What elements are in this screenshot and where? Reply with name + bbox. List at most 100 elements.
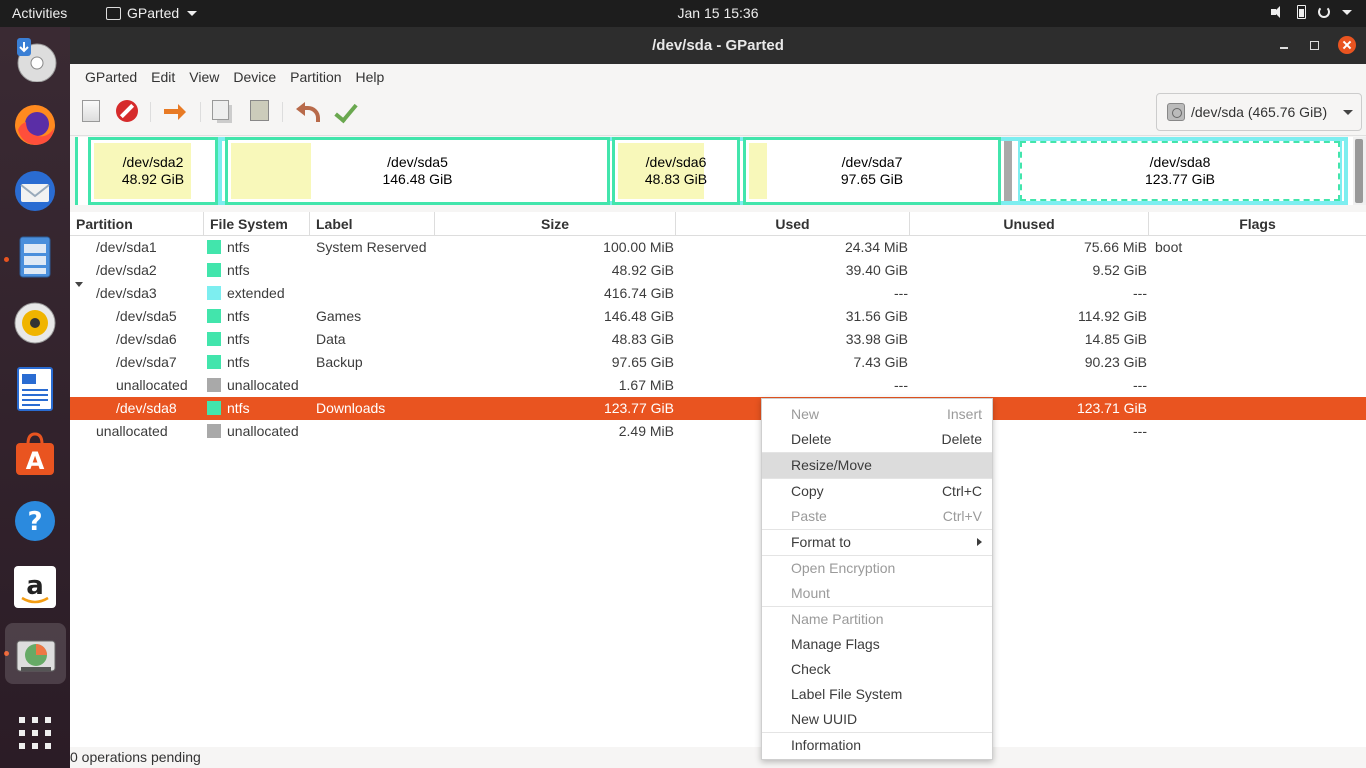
dock-help[interactable]: ?: [11, 497, 59, 545]
menu-item-paste[interactable]: Paste Ctrl+V: [762, 504, 992, 529]
column-file-system[interactable]: File System: [204, 212, 310, 236]
app-grid-icon: [19, 717, 51, 749]
column-used[interactable]: Used: [676, 212, 910, 236]
partition-block-sda8[interactable]: /dev/sda8 123.77 GiB: [1016, 137, 1344, 205]
device-selector[interactable]: /dev/sda (465.76 GiB): [1156, 93, 1362, 131]
cell-unused: 75.66 MiB: [1083, 239, 1147, 255]
column-size[interactable]: Size: [435, 212, 676, 236]
dock-installer[interactable]: [11, 35, 59, 83]
menu-item-label: Mount: [791, 585, 830, 601]
power-icon: [1318, 6, 1330, 18]
system-tray[interactable]: [1271, 5, 1352, 19]
cell-used: 39.40 GiB: [845, 262, 908, 278]
cell-size: 48.83 GiB: [611, 331, 674, 347]
menu-item-copy[interactable]: Copy Ctrl+C: [762, 479, 992, 504]
toolbar-separator: [200, 102, 201, 122]
close-icon[interactable]: [1338, 36, 1356, 54]
menu-item-resize-move[interactable]: Resize/Move: [762, 453, 992, 478]
menu-edit[interactable]: Edit: [144, 69, 182, 85]
menu-view[interactable]: View: [182, 69, 226, 85]
cell-used: ---: [894, 285, 908, 301]
menu-item-delete[interactable]: Delete Delete: [762, 427, 992, 452]
table-row[interactable]: /dev/sda7 ntfs Backup 97.65 GiB 7.43 GiB 90.2…: [70, 351, 1366, 374]
column-flags[interactable]: Flags: [1149, 212, 1366, 236]
partition-block-name: /dev/sda7: [841, 154, 903, 170]
undo-icon[interactable]: [296, 100, 320, 124]
cell-file-system: ntfs: [207, 236, 250, 259]
table-row[interactable]: unallocated unallocated 2.49 MiB ---: [70, 420, 1366, 443]
delete-icon[interactable]: [116, 100, 138, 122]
menu-item-name-partition[interactable]: Name Partition: [762, 607, 992, 632]
partition-map-scrollbar[interactable]: [1353, 137, 1366, 205]
table-row[interactable]: /dev/sda2 ntfs 48.92 GiB 39.40 GiB 9.52 GiB: [70, 259, 1366, 282]
dock-software[interactable]: A: [11, 431, 59, 479]
column-unused[interactable]: Unused: [910, 212, 1149, 236]
unallocated-block[interactable]: [1004, 141, 1012, 201]
svg-text:a: a: [26, 571, 44, 601]
cell-partition: /dev/sda2: [96, 262, 157, 278]
svg-text:?: ?: [27, 507, 42, 537]
status-bar: 0 operations pending: [70, 747, 1366, 768]
menu-item-new-uuid[interactable]: New UUID: [762, 707, 992, 732]
menu-item-accelerator: Insert: [946, 406, 982, 422]
table-row[interactable]: unallocated unallocated 1.67 MiB --- ---: [70, 374, 1366, 397]
menu-item-label: Format to: [791, 534, 851, 550]
filesystem-label: extended: [227, 285, 285, 301]
dock-rhythmbox[interactable]: [11, 299, 59, 347]
menu-device[interactable]: Device: [226, 69, 283, 85]
chevron-down-icon: [1342, 9, 1352, 15]
new-partition-icon[interactable]: [82, 100, 100, 122]
partition-block-sda5[interactable]: /dev/sda5 146.48 GiB: [225, 137, 610, 205]
help-icon: ?: [15, 501, 55, 541]
filesystem-color-swatch: [207, 355, 221, 369]
partition-block-sda6[interactable]: /dev/sda6 48.83 GiB: [612, 137, 740, 205]
dock-amazon[interactable]: a: [11, 563, 59, 611]
chevron-down-icon: [1343, 110, 1353, 115]
table-row[interactable]: /dev/sda6 ntfs Data 48.83 GiB 33.98 GiB 14.85…: [70, 328, 1366, 351]
filesystem-color-swatch: [207, 378, 221, 392]
dock-gparted[interactable]: [5, 623, 66, 684]
dock-thunderbird[interactable]: [11, 167, 59, 215]
table-row[interactable]: /dev/sda5 ntfs Games 146.48 GiB 31.56 GiB 114…: [70, 305, 1366, 328]
column-partition[interactable]: Partition: [70, 212, 204, 236]
table-row[interactable]: /dev/sda8 ntfs Downloads 123.77 GiB 123.71 G…: [70, 397, 1366, 420]
menu-gparted[interactable]: GParted: [78, 69, 144, 85]
menu-item-format-to[interactable]: Format to: [762, 530, 992, 555]
table-row[interactable]: /dev/sda3 extended 416.74 GiB --- ---: [70, 282, 1366, 305]
copy-icon[interactable]: [212, 100, 229, 120]
menu-item-information[interactable]: Information: [762, 733, 992, 758]
table-row[interactable]: /dev/sda1 ntfs System Reserved 100.00 MiB 24…: [70, 236, 1366, 259]
resize-move-icon[interactable]: [164, 100, 188, 124]
expander-arrow-icon[interactable]: [75, 282, 83, 287]
partition-block-name: /dev/sda8: [1149, 154, 1211, 170]
maximize-icon[interactable]: [1305, 36, 1323, 54]
title-bar[interactable]: /dev/sda - GParted: [70, 27, 1366, 64]
partition-block-sda7[interactable]: /dev/sda7 97.65 GiB: [743, 137, 1001, 205]
menu-help[interactable]: Help: [349, 69, 392, 85]
dock-writer[interactable]: [11, 365, 59, 413]
menu-item-open-encryption[interactable]: Open Encryption: [762, 556, 992, 581]
dock-firefox[interactable]: [11, 101, 59, 149]
partition-block-sda2[interactable]: /dev/sda2 48.92 GiB: [88, 137, 218, 205]
partition-block-sda1[interactable]: [75, 137, 78, 205]
cell-partition: /dev/sda5: [116, 308, 177, 324]
menu-item-label-file-system[interactable]: Label File System: [762, 682, 992, 707]
menu-partition[interactable]: Partition: [283, 69, 348, 85]
filesystem-label: ntfs: [227, 331, 250, 347]
cell-size: 100.00 MiB: [603, 239, 674, 255]
menu-item-manage-flags[interactable]: Manage Flags: [762, 632, 992, 657]
minimize-icon[interactable]: [1276, 36, 1294, 54]
clock[interactable]: Jan 15 15:36: [0, 5, 1366, 21]
menu-item-check[interactable]: Check: [762, 657, 992, 682]
menu-item-accelerator: Ctrl+V: [942, 508, 982, 524]
menu-item-new[interactable]: New Insert: [762, 402, 992, 427]
running-indicator: [4, 257, 9, 262]
cell-partition: /dev/sda7: [116, 354, 177, 370]
dock-files[interactable]: [11, 233, 59, 281]
apply-icon[interactable]: [334, 100, 358, 124]
menu-item-label: Manage Flags: [791, 636, 880, 652]
menu-item-mount[interactable]: Mount: [762, 581, 992, 606]
paste-icon[interactable]: [250, 100, 269, 121]
column-label[interactable]: Label: [310, 212, 435, 236]
dock-app-grid[interactable]: [11, 709, 59, 757]
